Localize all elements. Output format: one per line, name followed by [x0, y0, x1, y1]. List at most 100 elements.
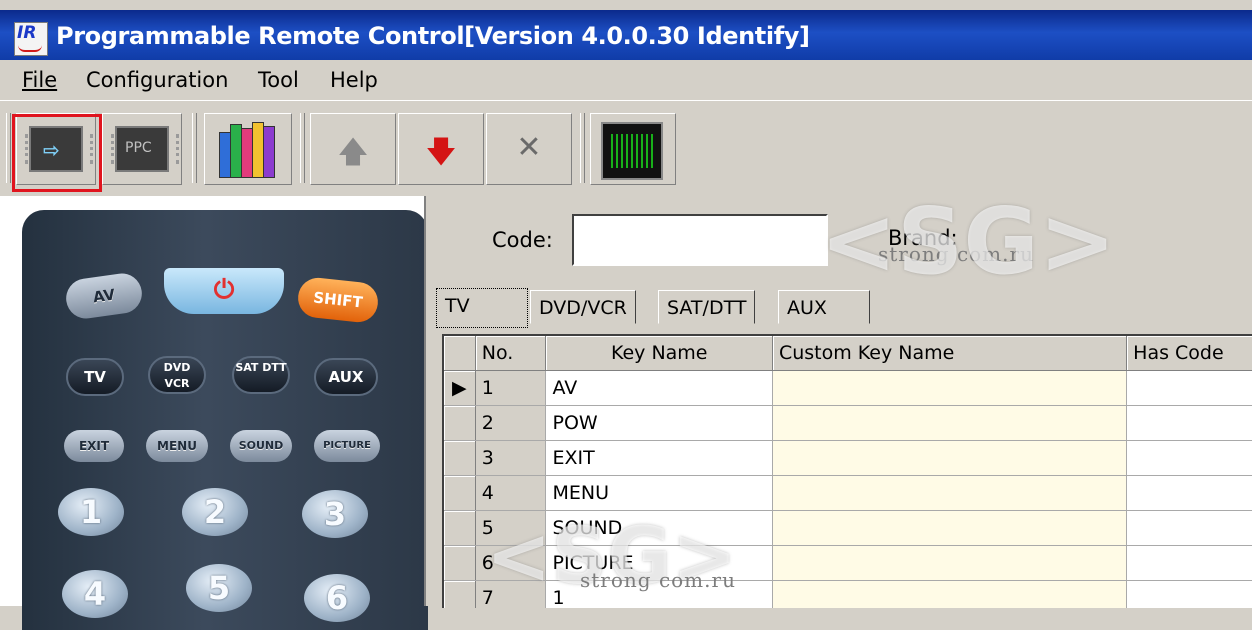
window-title: Programmable Remote Control[Version 4.0.… — [56, 22, 810, 50]
arrow-down-icon: 🡇 — [425, 135, 457, 170]
ppc-button[interactable]: PPC — [102, 113, 182, 185]
table-row[interactable]: 4 MENU — [444, 475, 1252, 511]
has-code-cell[interactable] — [1126, 405, 1252, 441]
custom-key-name-cell[interactable] — [772, 545, 1128, 581]
code-input[interactable] — [572, 214, 828, 266]
has-code-cell[interactable] — [1126, 475, 1252, 511]
menu-file[interactable]: File — [22, 68, 57, 92]
column-no[interactable]: No. — [475, 336, 547, 371]
column-custom-key-name[interactable]: Custom Key Name — [772, 336, 1128, 371]
row-indicator — [444, 440, 476, 476]
has-code-cell[interactable] — [1126, 440, 1252, 476]
remote-shift-button[interactable]: SHIFT — [296, 275, 380, 325]
remote-menu-button[interactable]: MENU — [146, 430, 208, 462]
tab-aux[interactable]: AUX — [778, 290, 870, 324]
remote-number-2-button[interactable]: 2 — [182, 488, 248, 536]
has-code-cell[interactable] — [1126, 370, 1252, 406]
watermark-bottom-sub: strong com.ru — [580, 568, 736, 592]
x-icon: ✕ — [516, 130, 542, 165]
selected-button-highlight — [12, 114, 102, 192]
table-row[interactable]: 7 1 — [444, 580, 1252, 608]
remote-control: AV ⏻ SHIFT TV DVD VCR SAT DTT AUX EXIT M… — [22, 210, 428, 630]
ir-app-icon[interactable]: IR — [14, 22, 48, 56]
menu-help[interactable]: Help — [330, 68, 378, 92]
custom-key-name-cell[interactable] — [772, 405, 1128, 441]
remote-number-3-button[interactable]: 3 — [302, 490, 368, 538]
menu-tool-label: Tool — [258, 68, 299, 92]
table-row[interactable]: 2 POW — [444, 405, 1252, 441]
table-row[interactable]: 3 EXIT — [444, 440, 1252, 476]
toolbar-grip[interactable] — [300, 113, 305, 183]
remote-number-1-button[interactable]: 1 — [58, 488, 124, 536]
custom-key-name-cell[interactable] — [772, 475, 1128, 511]
code-label: Code: — [492, 228, 553, 252]
tab-dvd-vcr[interactable]: DVD/VCR — [530, 290, 636, 324]
key-name-cell[interactable]: MENU — [545, 475, 773, 511]
move-down-button[interactable]: 🡇 — [398, 113, 484, 185]
has-code-cell[interactable] — [1126, 545, 1252, 581]
chip-icon: PPC — [111, 126, 179, 172]
move-up-button[interactable]: 🡅 — [310, 113, 396, 185]
menu-tool[interactable]: Tool — [258, 68, 299, 92]
delete-button[interactable]: ✕ — [486, 113, 572, 185]
row-number: 6 — [475, 545, 547, 581]
toolbar-grip[interactable] — [192, 113, 197, 183]
key-name-cell[interactable]: EXIT — [545, 440, 773, 476]
menu-help-label: Help — [330, 68, 378, 92]
remote-picture-button[interactable]: PICTURE — [314, 430, 380, 462]
waveform-button[interactable] — [590, 113, 676, 185]
custom-key-name-cell[interactable] — [772, 440, 1128, 476]
key-grid: No. Key Name Custom Key Name Has Code ▶ … — [442, 334, 1252, 608]
remote-exit-button[interactable]: EXIT — [64, 430, 124, 462]
remote-tv-button[interactable]: TV — [66, 358, 124, 396]
key-name-cell[interactable]: POW — [545, 405, 773, 441]
has-code-cell[interactable] — [1126, 580, 1252, 608]
remote-aux-button[interactable]: AUX — [314, 358, 378, 396]
books-icon — [219, 122, 275, 178]
menu-configuration[interactable]: Configuration — [86, 68, 228, 92]
custom-key-name-cell[interactable] — [772, 510, 1128, 546]
custom-key-name-cell[interactable] — [772, 370, 1128, 406]
remote-number-6-button[interactable]: 6 — [304, 574, 370, 622]
row-number: 5 — [475, 510, 547, 546]
row-indicator — [444, 510, 476, 546]
table-row[interactable]: 6 PICTURE — [444, 545, 1252, 581]
title-bar[interactable]: IR Programmable Remote Control[Version 4… — [0, 10, 1252, 60]
row-number: 3 — [475, 440, 547, 476]
row-number: 2 — [475, 405, 547, 441]
oscilloscope-icon — [601, 122, 663, 180]
column-has-code[interactable]: Has Code — [1126, 336, 1252, 371]
library-button[interactable] — [204, 113, 292, 185]
remote-sound-button[interactable]: SOUND — [230, 430, 292, 462]
row-indicator — [444, 545, 476, 581]
row-indicator — [444, 475, 476, 511]
menu-bar: File Configuration Tool Help — [0, 60, 1252, 100]
remote-number-5-button[interactable]: 5 — [186, 564, 252, 612]
toolbar-grip[interactable] — [6, 113, 11, 183]
row-indicator — [444, 580, 476, 608]
remote-av-button[interactable]: AV — [63, 270, 145, 322]
ppc-label: PPC — [125, 140, 152, 156]
remote-sat-dtt-button[interactable]: SAT DTT — [232, 356, 290, 394]
remote-number-4-button[interactable]: 4 — [62, 570, 128, 618]
tab-tv[interactable]: TV — [436, 288, 528, 328]
row-number: 1 — [475, 370, 547, 406]
remote-dvd-vcr-button[interactable]: DVD VCR — [148, 356, 206, 394]
column-key-name[interactable]: Key Name — [545, 336, 773, 371]
toolbar: ⇨ PPC 🡅 🡇 ✕ — [0, 100, 1252, 197]
tab-sat-dtt[interactable]: SAT/DTT — [658, 290, 756, 324]
key-name-cell[interactable]: AV — [545, 370, 773, 406]
current-row-icon: ▶ — [444, 370, 476, 406]
custom-key-name-cell[interactable] — [772, 580, 1128, 608]
code-panel: Code: Brand: strong com.ru DVD/VCR SAT/D… — [424, 196, 1252, 608]
has-code-cell[interactable] — [1126, 510, 1252, 546]
menu-configuration-label: Configuration — [86, 68, 229, 92]
row-number: 4 — [475, 475, 547, 511]
toolbar-grip[interactable] — [580, 113, 585, 183]
row-indicator — [444, 405, 476, 441]
remote-power-button[interactable]: ⏻ — [164, 268, 284, 314]
brand-value: strong com.ru — [878, 242, 1034, 266]
key-name-cell[interactable]: SOUND — [545, 510, 773, 546]
table-row[interactable]: ▶ 1 AV — [444, 370, 1252, 406]
table-row[interactable]: 5 SOUND — [444, 510, 1252, 546]
